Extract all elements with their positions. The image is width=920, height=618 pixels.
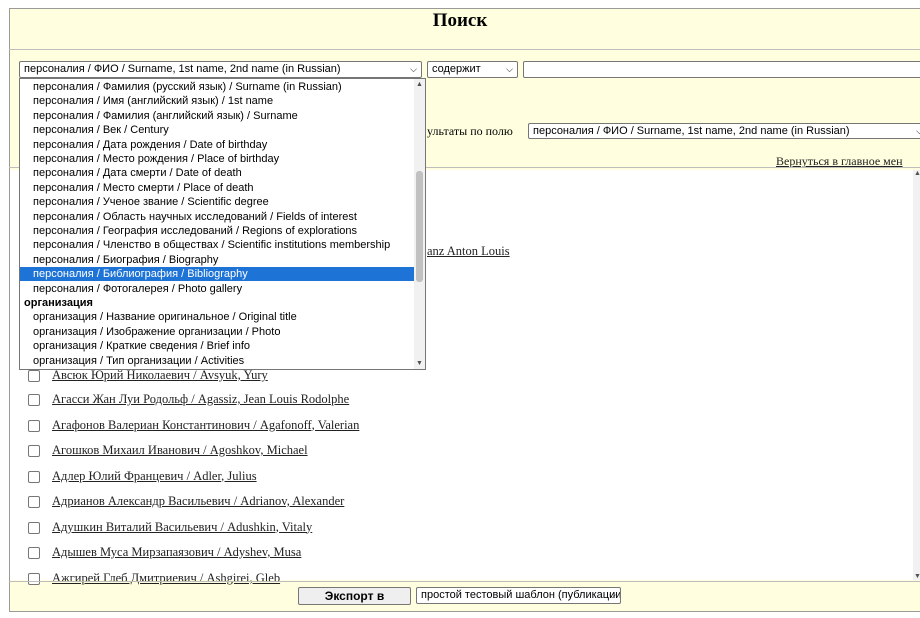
dropdown-option[interactable]: организация / Тип организации / Activiti… (20, 354, 415, 368)
template-select-value: простой тестовый шаблон (публикации) (421, 589, 621, 601)
dropdown-option[interactable]: персоналия / Членство в обществах / Scie… (20, 238, 415, 252)
list-item: Адрианов Александр Васильевич / Adrianov… (28, 494, 344, 512)
sort-label: ультаты по полю (427, 124, 513, 138)
dropdown-option[interactable]: организация / Название оригинальное / Or… (20, 310, 415, 324)
row-checkbox[interactable] (28, 547, 40, 560)
dropdown-group-label: организация (24, 297, 93, 309)
result-link[interactable]: Авсюк Юрий Николаевич / Avsyuk, Yury (52, 368, 268, 382)
dropdown-option[interactable]: организация / Изображение организации / … (20, 325, 415, 339)
divider (9, 49, 920, 50)
chevron-down-icon: ⌵ (609, 590, 616, 600)
scroll-down-icon[interactable]: ▼ (914, 573, 920, 580)
scroll-up-icon[interactable]: ▲ (914, 170, 920, 177)
result-link[interactable]: Ажгирей Глеб Дмитриевич / Ashgirei, Gleb (52, 571, 280, 585)
list-item: Агафонов Валериан Константинович / Agafo… (28, 418, 359, 436)
dropdown-option[interactable]: персоналия / Дата рождения / Date of bir… (20, 138, 415, 152)
field-dropdown-list: персоналия / Фамилия (русский язык) / Su… (19, 78, 426, 370)
result-link[interactable]: Адушкин Виталий Васильевич / Adushkin, V… (52, 520, 312, 534)
result-link[interactable]: Адрианов Александр Васильевич / Adrianov… (52, 494, 344, 508)
list-item: Агасси Жан Луи Родольф / Agassiz, Jean L… (28, 392, 349, 410)
results-scrollbar[interactable]: ▲ ▼ (913, 170, 920, 580)
row-checkbox[interactable] (28, 445, 40, 458)
field-select[interactable]: персоналия / ФИО / Surname, 1st name, 2n… (19, 61, 422, 78)
chevron-down-icon: ⌵ (506, 64, 513, 74)
field-select-value: персоналия / ФИО / Surname, 1st name, 2n… (24, 63, 341, 75)
search-input[interactable] (523, 61, 920, 78)
row-checkbox[interactable] (28, 496, 40, 509)
dropdown-option[interactable]: персоналия / Место рождения / Place of b… (20, 152, 415, 166)
result-link[interactable]: Агафонов Валериан Константинович / Agafo… (52, 418, 359, 432)
operator-select-value: содержит (432, 63, 481, 75)
chevron-down-icon: ⌵ (916, 124, 920, 138)
dropdown-option[interactable]: организация / Краткие сведения / Brief i… (20, 339, 415, 353)
dropdown-scrollbar[interactable]: ▲ ▼ (414, 79, 425, 369)
result-link[interactable]: anz Anton Louis (427, 244, 510, 259)
dropdown-option[interactable]: персоналия / Фамилия (английский язык) /… (20, 109, 415, 123)
dropdown-option[interactable]: персоналия / Область научных исследовани… (20, 210, 415, 224)
row-checkbox[interactable] (28, 521, 40, 534)
page-title: Поиск (432, 10, 488, 31)
sort-select[interactable]: персоналия / ФИО / Surname, 1st name, 2n… (528, 123, 920, 139)
dropdown-option[interactable]: персоналия / Биография / Biography (20, 253, 415, 267)
chevron-down-icon: ⌵ (410, 64, 417, 74)
operator-select[interactable]: содержит ⌵ (427, 61, 518, 78)
divider (9, 581, 920, 582)
dropdown-option[interactable]: персоналия / Фамилия (русский язык) / Su… (20, 80, 415, 94)
list-item: Адлер Юлий Францевич / Adler, Julius (28, 469, 257, 487)
row-checkbox[interactable] (28, 370, 40, 383)
result-link[interactable]: Адлер Юлий Францевич / Adler, Julius (52, 469, 257, 483)
list-item: Авсюк Юрий Николаевич / Avsyuk, Yury (28, 368, 268, 386)
template-select[interactable]: простой тестовый шаблон (публикации) ⌵ (416, 587, 621, 604)
row-checkbox[interactable] (28, 572, 40, 585)
row-checkbox[interactable] (28, 470, 40, 483)
dropdown-option[interactable]: персоналия / Ученое звание / Scientific … (20, 195, 415, 209)
result-link[interactable]: Адышев Муса Мирзапаязович / Adyshev, Mus… (52, 545, 301, 559)
dropdown-option[interactable]: персоналия / География исследований / Re… (20, 224, 415, 238)
dropdown-option[interactable]: персоналия / Место смерти / Place of dea… (20, 181, 415, 195)
scroll-up-icon[interactable]: ▲ (416, 81, 423, 88)
sort-select-value: персоналия / ФИО / Surname, 1st name, 2n… (533, 125, 850, 137)
row-checkbox[interactable] (28, 419, 40, 432)
dropdown-option[interactable]: персоналия / Библиография / Bibliography (20, 267, 415, 282)
row-checkbox[interactable] (28, 394, 40, 407)
dropdown-option[interactable]: персоналия / Век / Century (20, 123, 415, 137)
result-link[interactable]: Агошков Михаил Иванович / Agoshkov, Mich… (52, 443, 308, 457)
dropdown-option[interactable]: персоналия / Фотогалерея / Photo gallery (20, 282, 415, 296)
scroll-thumb[interactable] (416, 171, 423, 282)
dropdown-option[interactable]: персоналия / Дата смерти / Date of death (20, 166, 415, 180)
list-item: Адушкин Виталий Васильевич / Adushkin, V… (28, 520, 312, 538)
scroll-down-icon[interactable]: ▼ (416, 360, 423, 367)
list-item: Ажгирей Глеб Дмитриевич / Ashgirei, Gleb (28, 571, 280, 589)
result-link[interactable]: Агасси Жан Луи Родольф / Agassiz, Jean L… (52, 392, 349, 406)
list-item: Агошков Михаил Иванович / Agoshkov, Mich… (28, 443, 308, 461)
list-item: Адышев Муса Мирзапаязович / Adyshev, Mus… (28, 545, 301, 563)
dropdown-option[interactable]: персоналия / Имя (английский язык) / 1st… (20, 94, 415, 108)
export-button[interactable]: Экспорт в (298, 587, 411, 605)
